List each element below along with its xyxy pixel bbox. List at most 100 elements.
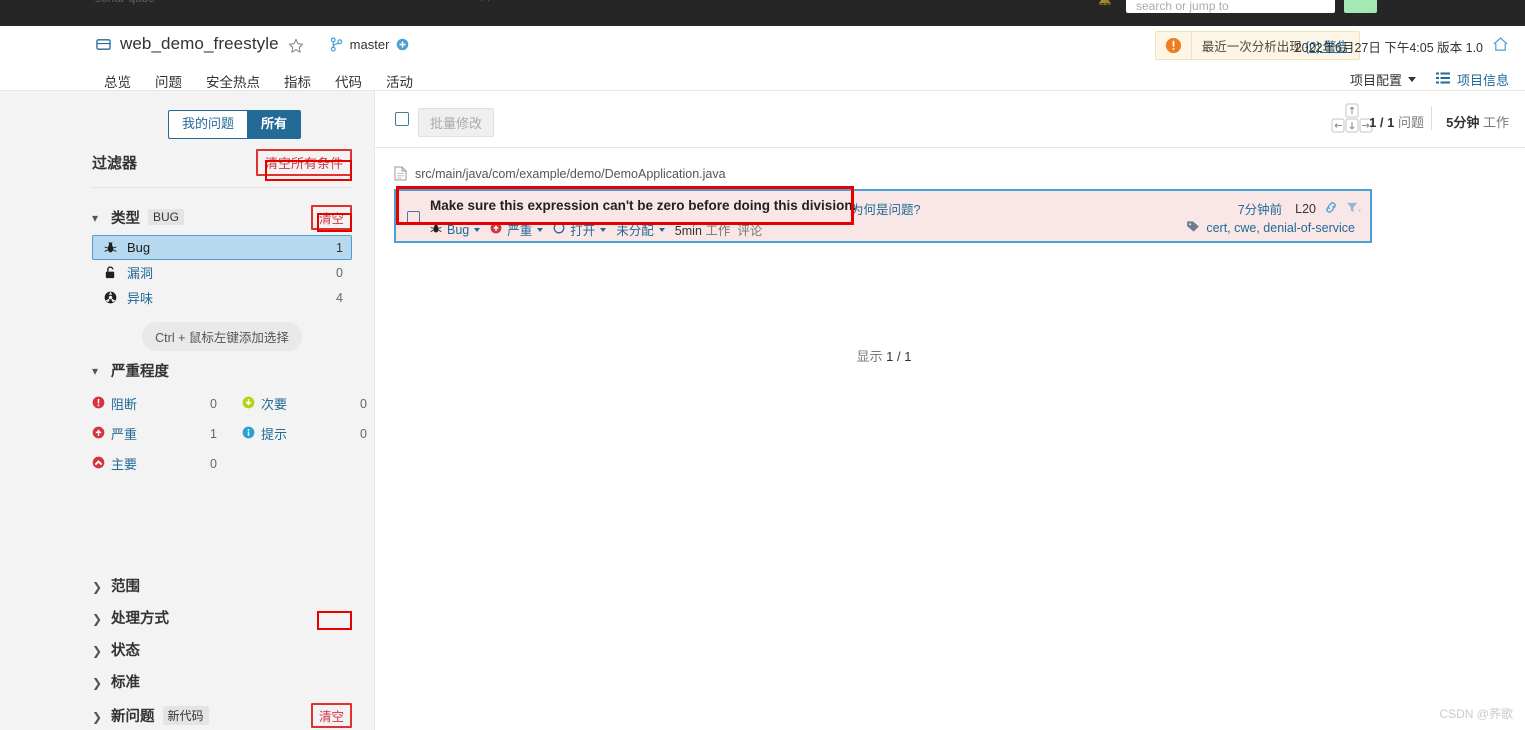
issue-severity-selector[interactable]: 严重: [490, 220, 549, 239]
home-icon[interactable]: [1492, 36, 1509, 52]
severity-facet-grid: 阻断 0 次要 0 严重 1 提示 0 主要 0: [92, 391, 367, 476]
funnel-icon[interactable]: [1346, 201, 1361, 217]
arrow-keys-icon: [1331, 103, 1373, 135]
facet-item-critical[interactable]: 严重: [92, 421, 210, 446]
issue-line-number: L20: [1295, 201, 1316, 216]
plus-circle-icon[interactable]: [396, 38, 409, 51]
star-icon[interactable]: [288, 38, 304, 54]
facet-item-info[interactable]: 提示: [242, 421, 360, 446]
issue-tags[interactable]: cert, cwe, denial-of-service: [1206, 221, 1355, 235]
clear-all-filters-button[interactable]: 清空所有条件: [255, 149, 352, 176]
showing-summary: 显示 1 / 1: [375, 346, 1393, 365]
facet-resolution[interactable]: ❯ 处理方式: [92, 607, 352, 628]
issue-status-selector[interactable]: 打开: [553, 220, 612, 239]
minor-icon: [242, 396, 255, 412]
browser-chrome-strip: sonar qube ++ 🔔 search or jump to: [0, 0, 1525, 26]
why-is-this-an-issue-link[interactable]: 为何是问题?: [851, 199, 920, 218]
info-icon: [242, 426, 255, 442]
facet-new-issues-clear-button[interactable]: 清空: [310, 703, 352, 728]
chevron-down-icon: [600, 227, 607, 232]
project-header: web_demo_freestyle master 总览 问题 安全热点 指标 …: [0, 26, 1525, 103]
bell-icon[interactable]: 🔔: [1098, 0, 1112, 6]
link-icon[interactable]: [1324, 201, 1338, 217]
blocker-icon: [92, 396, 105, 412]
issue-right-meta-top: 7分钟前 L20: [1238, 199, 1361, 218]
facet-type-header[interactable]: ▾ 类型 BUG 清空: [92, 204, 352, 230]
select-all-checkbox[interactable]: [395, 112, 409, 126]
issue-assignee-selector[interactable]: 未分配: [616, 220, 671, 239]
issue-count: 1 / 1 问题: [1369, 112, 1424, 131]
issue-comment-button[interactable]: 评论: [737, 220, 762, 239]
project-config-label: 项目配置: [1349, 73, 1402, 88]
issue-effort-unit: 工作: [705, 224, 731, 238]
chevron-down-icon: ▾: [92, 364, 99, 378]
facet-item-code-smell[interactable]: 异味 4: [92, 285, 352, 310]
issue-effort-value: 5min: [674, 224, 702, 238]
facet-item-info-count: 0: [360, 426, 367, 441]
facet-item-major[interactable]: 主要: [92, 451, 210, 476]
warning-icon: [1156, 32, 1192, 59]
project-information-button[interactable]: 项目信息: [1435, 70, 1509, 89]
facet-scope[interactable]: ❯ 范围: [92, 575, 352, 596]
browser-search-input[interactable]: search or jump to: [1126, 0, 1335, 13]
facet-item-vulnerability-count: 0: [336, 265, 343, 280]
vulnerability-icon: [104, 266, 122, 279]
issue-message[interactable]: Make sure this expression can't be zero …: [430, 198, 856, 213]
project-header-actions: 项目配置 项目信息: [1350, 70, 1509, 89]
chevron-down-icon: [658, 227, 665, 232]
tag-icon: [1186, 220, 1200, 236]
facet-item-blocker-label: 阻断: [111, 397, 138, 412]
facet-item-code-smell-label: 异味: [127, 291, 154, 306]
facet-type-clear-button[interactable]: 清空: [310, 204, 352, 230]
facet-item-minor-count: 0: [360, 396, 367, 411]
issue-file-header[interactable]: src/main/java/com/example/demo/DemoAppli…: [394, 166, 726, 181]
facet-item-bug[interactable]: Bug 1: [92, 235, 352, 260]
facet-item-vulnerability[interactable]: 漏洞 0: [92, 260, 352, 285]
facet-item-critical-label: 严重: [111, 427, 138, 442]
issue-checkbox[interactable]: [407, 211, 420, 224]
facet-severity-header[interactable]: ▾ 严重程度: [92, 359, 352, 381]
code-smell-icon: [104, 291, 122, 304]
facet-status[interactable]: ❯ 状态: [92, 639, 352, 660]
facet-standard[interactable]: ❯ 标准: [92, 671, 352, 692]
list-icon: [1435, 72, 1450, 87]
all-issues-button[interactable]: 所有: [247, 110, 302, 140]
branch-selector[interactable]: master: [330, 37, 410, 52]
showing-prefix: 显示: [856, 349, 883, 364]
issues-toolbar: 批量修改 1 / 1 问题 5分钟 工作: [375, 91, 1525, 148]
type-facet-list: Bug 1 漏洞 0 异味 4: [92, 235, 352, 310]
showing-value: 1 / 1: [886, 349, 912, 364]
issue-right-meta-bottom: cert, cwe, denial-of-service: [1186, 220, 1361, 236]
issue-row[interactable]: Make sure this expression can't be zero …: [394, 189, 1372, 243]
issue-count-unit: 问题: [1397, 115, 1424, 130]
browser-green-button[interactable]: [1344, 0, 1377, 13]
facet-item-blocker[interactable]: 阻断: [92, 391, 210, 416]
issue-meta-row: Bug 严重 打开 未分配 5min 工作 评论: [430, 220, 762, 239]
major-icon: [92, 456, 105, 472]
facet-item-minor[interactable]: 次要: [242, 391, 360, 416]
critical-icon: [490, 222, 502, 237]
total-effort-unit: 工作: [1482, 115, 1509, 130]
bug-icon: [104, 241, 122, 254]
facet-item-major-count: 0: [210, 456, 217, 471]
browser-ghost-label: sonar qube: [95, 0, 155, 5]
chevron-down-icon: [537, 227, 544, 232]
facet-new-issues-label: 新问题: [111, 709, 155, 725]
facet-item-bug-count: 1: [336, 240, 343, 255]
chevron-right-icon: ❯: [92, 709, 103, 724]
facet-new-issues[interactable]: ❯ 新问题 新代码 清空: [92, 703, 352, 728]
facet-item-blocker-count: 0: [210, 396, 217, 411]
project-info-label: 项目信息: [1456, 73, 1509, 88]
project-name[interactable]: web_demo_freestyle: [120, 34, 279, 54]
project-config-menu[interactable]: 项目配置: [1350, 70, 1416, 89]
issue-file-path: src/main/java/com/example/demo/DemoAppli…: [415, 166, 726, 181]
my-issues-button[interactable]: 我的问题: [168, 110, 248, 140]
multiselect-hint: Ctrl + 鼠标左键添加选择: [142, 322, 302, 351]
issue-type-selector[interactable]: Bug: [430, 222, 486, 237]
facet-item-critical-count: 1: [210, 426, 217, 441]
bulk-change-button[interactable]: 批量修改: [418, 108, 495, 137]
facet-item-info-label: 提示: [261, 427, 288, 442]
issue-time-ago[interactable]: 7分钟前: [1238, 199, 1287, 218]
analysis-warning-prefix: 最近一次分析出现: [1201, 40, 1302, 54]
facet-item-code-smell-count: 4: [336, 290, 343, 305]
